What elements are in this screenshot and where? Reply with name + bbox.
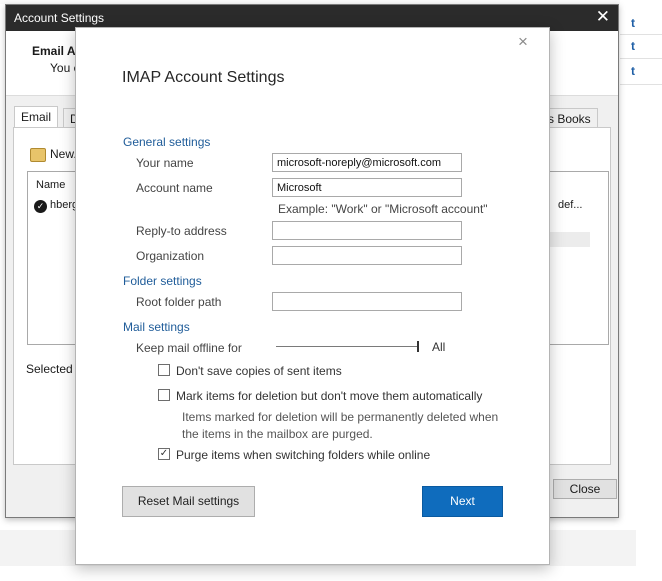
bg-link-fragment[interactable]: t: [631, 16, 635, 30]
divider: [620, 34, 662, 35]
close-icon[interactable]: ✕: [596, 7, 610, 27]
organization-label: Organization: [136, 249, 205, 263]
mail-settings-heading: Mail settings: [123, 320, 190, 334]
root-folder-label: Root folder path: [136, 295, 222, 309]
general-settings-heading: General settings: [123, 135, 211, 149]
list-row-highlight: [548, 232, 590, 247]
keep-offline-slider[interactable]: [276, 346, 418, 347]
dont-save-sent-checkbox[interactable]: [158, 364, 170, 376]
close-icon[interactable]: ×: [518, 32, 528, 52]
new-account-icon: [30, 147, 46, 162]
reset-mail-settings-button[interactable]: Reset Mail settings: [122, 486, 255, 517]
tab-email[interactable]: Email: [14, 106, 59, 129]
mark-deletion-label[interactable]: Mark items for deletion but don't move t…: [176, 389, 482, 403]
reply-to-input[interactable]: [272, 221, 462, 240]
mark-deletion-note: the items in the mailbox are purged.: [182, 427, 373, 441]
default-check-icon: ✓: [34, 200, 47, 213]
account-row-name[interactable]: hberg: [50, 199, 78, 211]
outlook-background-right-column: [620, 0, 662, 90]
imap-settings-dialog: × IMAP Account Settings General settings…: [75, 27, 550, 565]
account-name-hint: Example: "Work" or "Microsoft account": [278, 202, 488, 216]
divider: [620, 84, 662, 85]
next-button[interactable]: Next: [422, 486, 503, 517]
mark-deletion-checkbox[interactable]: [158, 389, 170, 401]
organization-input[interactable]: [272, 246, 462, 265]
root-folder-input[interactable]: [272, 292, 462, 311]
close-button[interactable]: Close: [553, 479, 617, 499]
purge-label[interactable]: Purge items when switching folders while…: [176, 448, 430, 462]
account-row-default: def...: [558, 199, 583, 211]
account-settings-title: Account Settings: [14, 11, 105, 25]
your-name-label: Your name: [136, 156, 194, 170]
account-name-label: Account name: [136, 181, 213, 195]
bg-link-fragment[interactable]: t: [631, 64, 635, 78]
dialog-title: IMAP Account Settings: [122, 69, 285, 86]
keep-offline-slider-thumb[interactable]: [417, 341, 419, 352]
mark-deletion-note: Items marked for deletion will be perman…: [182, 410, 499, 424]
divider: [620, 58, 662, 59]
list-header-name: Name: [36, 179, 66, 191]
account-name-input[interactable]: [272, 178, 462, 197]
dont-save-sent-label[interactable]: Don't save copies of sent items: [176, 364, 342, 378]
your-name-input[interactable]: [272, 153, 462, 172]
bg-link-fragment[interactable]: t: [631, 39, 635, 53]
reply-to-label: Reply-to address: [136, 224, 227, 238]
folder-settings-heading: Folder settings: [123, 274, 202, 288]
keep-offline-label: Keep mail offline for: [136, 341, 242, 355]
purge-checkbox[interactable]: ✓: [158, 448, 170, 460]
keep-offline-value: All: [432, 340, 446, 354]
